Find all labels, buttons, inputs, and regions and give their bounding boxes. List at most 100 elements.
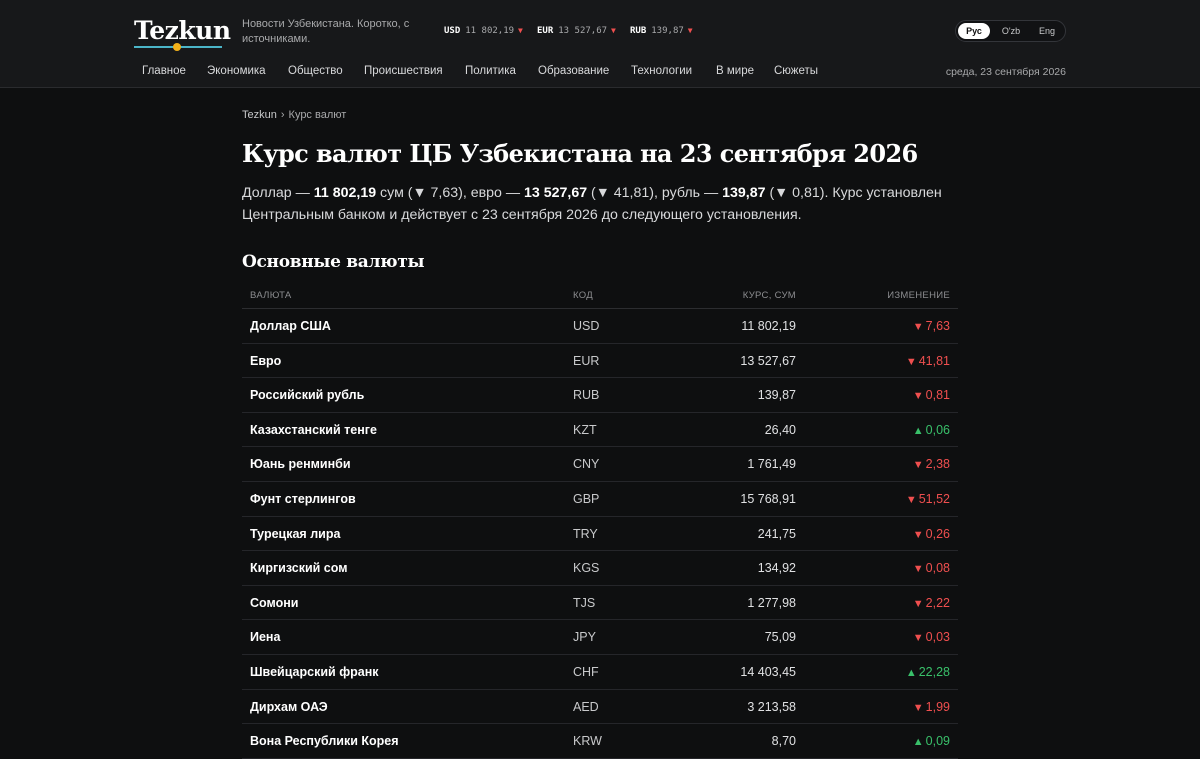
lead-usd-rate: 11 802,19 [313,185,377,201]
table-row[interactable]: Вона Республики Корея KRW 8,70 ▲ 0,09 [242,724,958,759]
ticker-value: 13 527,67 [558,26,608,36]
currency-name: Дирхам ОАЭ [250,699,328,714]
table-row[interactable]: Дирхам ОАЭ AED 3 213,58 ▼ 1,99 [242,690,958,725]
down-arrow-icon: ▼ [912,563,924,576]
lead-rub-rate: 139,87 [722,185,766,201]
currency-change: ▲ 0,09 [913,734,950,748]
currency-code: AED [573,699,599,714]
down-arrow-icon: ▼ [611,26,616,35]
currency-change: ▲ 22,28 [906,665,950,679]
currency-name: Казахстанский тенге [250,422,377,437]
change-value: 7,63 [925,319,950,333]
lead-eur-rate: 13 527,67 [523,185,588,201]
currency-code: USD [573,319,600,333]
currency-name: Сомони [250,595,299,610]
table-row[interactable]: Иена JPY 75,09 ▼ 0,03 [242,620,958,655]
ticker-rub: RUB 139,87 ▼ [630,26,693,36]
table-row[interactable]: Фунт стерлингов GBP 15 768,91 ▼ 51,52 [242,482,958,517]
nav-item-main[interactable]: Главное [142,65,186,77]
currency-code: GBP [573,491,600,506]
lead-text: Доллар — [242,185,314,201]
down-arrow-icon: ▼ [905,493,917,506]
change-value: 0,08 [925,561,950,576]
change-value: 0,03 [925,630,950,645]
currency-name: Евро [250,353,282,368]
table-row[interactable]: Турецкая лира TRY 241,75 ▼ 0,26 [242,517,958,552]
table-body: Доллар США USD 11 802,19 ▼ 7,63 Евро EUR 13 527… [242,309,958,759]
currency-change: ▼ 41,81 [906,354,950,368]
nav-item-education[interactable]: Образование [538,65,609,77]
currency-change: ▼ 0,08 [913,561,950,575]
breadcrumb-home-link[interactable]: Tezkun [242,109,277,121]
down-arrow-icon: ▼ [687,26,693,35]
table-row[interactable]: Юань ренминби CNY 1 761,49 ▼ 2,38 [242,447,958,482]
table-row[interactable]: Евро EUR 13 527,67 ▼ 41,81 [242,344,958,379]
currency-code: KZT [573,422,597,437]
ticker-usd: USD 11 802,19 ▼ [444,26,523,36]
currency-rate: 1 277,98 [747,595,796,610]
currency-name: Иена [250,630,281,645]
currency-rate: 139,87 [757,388,796,403]
nav-item-politics[interactable]: Политика [465,65,516,77]
breadcrumb-current: Курс валют [288,109,347,121]
site-header: Tezkun Новости Узбекистана. Коротко, с и… [0,0,1200,88]
column-header-rate: КУРС, СУМ [742,290,796,301]
column-header-code: КОД [573,290,593,301]
breadcrumb-separator: › [280,109,285,121]
site-logo[interactable]: Tezkun [134,16,231,45]
currency-rate: 134,92 [757,561,796,576]
table-row[interactable]: Российский рубль RUB 139,87 ▼ 0,81 [242,378,958,413]
currency-change: ▼ 0,81 [913,388,950,402]
currency-rate: 1 761,49 [747,457,796,472]
ticker-code: RUB [630,26,647,36]
logo-dot [173,43,181,51]
up-arrow-icon: ▲ [912,736,924,749]
nav-item-society[interactable]: Общество [288,65,343,77]
table-row[interactable]: Сомони TJS 1 277,98 ▼ 2,22 [242,586,958,621]
ticker-code: USD [444,26,461,36]
currency-name: Киргизский сом [250,561,348,576]
language-switcher: Рус O'zb Eng [955,20,1066,42]
down-arrow-icon: ▼ [905,355,917,368]
currency-rate: 75,09 [764,630,796,645]
current-date: среда, 23 сентября 2026 [945,66,1066,78]
currency-code: CNY [573,457,600,472]
currency-change: ▼ 7,63 [913,319,950,333]
ticker-eur: EUR 13 527,67 ▼ [537,26,616,36]
nav-item-technology[interactable]: Технологии [631,65,692,77]
currency-code: JPY [573,630,596,645]
site-tagline: Новости Узбекистана. Коротко, с источник… [242,18,410,45]
column-header-currency: ВАЛЮТА [250,290,292,301]
change-value: 0,09 [925,734,950,749]
currency-code: KGS [573,561,600,576]
nav-item-world[interactable]: В мире [716,65,754,77]
currency-rate: 15 768,91 [740,491,796,506]
currency-code: CHF [573,664,599,679]
breadcrumb: Tezkun › Курс валют [242,109,346,121]
currency-code: TJS [573,595,596,610]
nav-item-incidents[interactable]: Происшествия [364,65,443,77]
table-row[interactable]: Казахстанский тенге KZT 26,40 ▲ 0,06 [242,413,958,448]
nav-item-economy[interactable]: Экономика [207,65,266,77]
currency-rate: 26,40 [764,422,796,437]
down-arrow-icon: ▼ [912,701,924,714]
table-row[interactable]: Киргизский сом KGS 134,92 ▼ 0,08 [242,551,958,586]
currency-code: RUB [573,388,600,403]
down-arrow-icon: ▼ [518,26,523,35]
lang-uz-button[interactable]: O'zb [994,23,1028,39]
table-row[interactable]: Швейцарский франк CHF 14 403,45 ▲ 22,28 [242,655,958,690]
currency-rate: 3 213,58 [747,699,796,714]
change-value: 22,28 [918,664,950,679]
logo-underline [134,43,222,51]
lang-ru-button[interactable]: Рус [958,23,990,39]
currency-name: Швейцарский франк [250,664,379,679]
change-value: 1,99 [925,699,950,714]
currency-code: EUR [573,353,600,368]
lang-en-button[interactable]: Eng [1032,23,1062,39]
change-value: 51,52 [918,491,950,506]
nav-item-stories[interactable]: Сюжеты [774,65,818,77]
currency-code: TRY [573,526,598,541]
table-row[interactable]: Доллар США USD 11 802,19 ▼ 7,63 [242,309,958,344]
ticker-code: EUR [537,26,554,36]
currency-rate: 14 403,45 [740,664,796,679]
